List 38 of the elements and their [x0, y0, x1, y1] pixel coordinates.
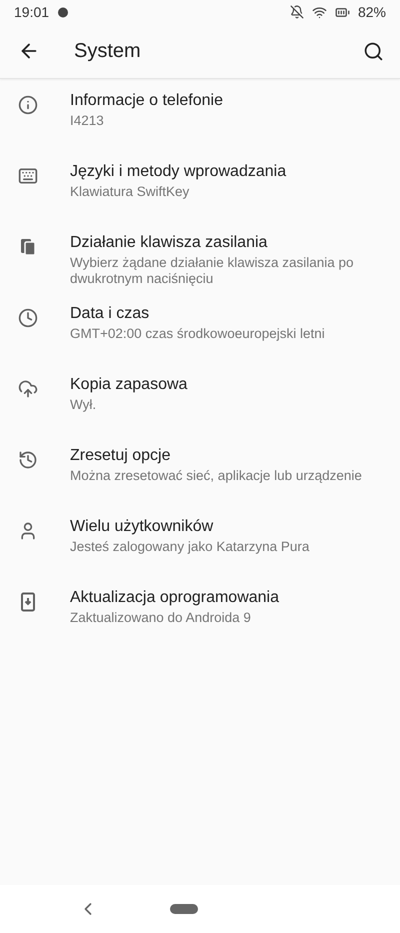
item-title: Zresetuj opcje [70, 447, 172, 465]
item-summary: Klawiatura SwiftKey [70, 184, 190, 200]
bell-off-icon [290, 5, 304, 19]
notification-dot-icon [57, 6, 70, 18]
item-title: Kopia zapasowa [70, 376, 188, 394]
settings-item[interactable]: Języki i metody wprowadzania Klawiatura SwiftKey [0, 163, 400, 234]
item-title: Działanie klawisza zasilania [70, 234, 268, 252]
page-title: System [74, 40, 142, 62]
item-title: Wielu użytkowników [70, 518, 214, 536]
item-title: Informacje o telefonie [70, 92, 224, 110]
status-time: 19:01 [14, 4, 50, 20]
settings-item[interactable]: Kopia zapasowa Wył. [0, 376, 400, 447]
home-pill[interactable] [170, 904, 198, 914]
settings-item[interactable]: Aktualizacja oprogramowania Zaktualizowano do Androida 9 [0, 589, 400, 660]
item-summary: Wybierz żądane działanie klawisza zasilania po dwukrotnym naciśnięciu [70, 255, 355, 287]
cloud-upload-icon [18, 379, 38, 399]
settings-item[interactable]: Wielu użytkowników Jesteś zalogowany jako Katarzyna Pura [0, 518, 400, 589]
item-summary: I4213 [70, 113, 105, 129]
item-summary: Można zresetować sieć, aplikacje lub urządzenie [70, 468, 363, 484]
phone-download-icon [18, 592, 38, 612]
item-title: Data i czas [70, 305, 150, 323]
history-icon [18, 450, 38, 470]
settings-item[interactable]: Informacje o telefonie I4213 [0, 92, 400, 163]
settings-item[interactable]: Zresetuj opcje Można zresetować sieć, aplikacje lub urządzenie [0, 447, 400, 518]
item-summary: Zaktualizowano do Androida 9 [70, 610, 252, 626]
item-title: Aktualizacja oprogramowania [70, 589, 280, 607]
search-button[interactable] [363, 40, 384, 62]
battery-percent: 82% [358, 4, 386, 20]
item-title: Języki i metody wprowadzania [70, 163, 288, 181]
item-summary: Jesteś zalogowany jako Katarzyna Pura [70, 539, 310, 555]
keyboard-icon [18, 166, 38, 186]
info-icon [18, 95, 38, 115]
settings-item[interactable]: Działanie klawisza zasilania Wybierz żądane działanie klawisza zasilania po dwukrotnym naciśnięciu [0, 234, 400, 305]
settings-item[interactable]: Data i czas GMT+02:00 czas środkowoeuropejski letni [0, 305, 400, 376]
item-summary: GMT+02:00 czas środkowoeuropejski letni [70, 326, 326, 342]
wifi-icon [312, 4, 327, 20]
clock-icon [18, 308, 38, 328]
item-summary: Wył. [70, 397, 98, 413]
